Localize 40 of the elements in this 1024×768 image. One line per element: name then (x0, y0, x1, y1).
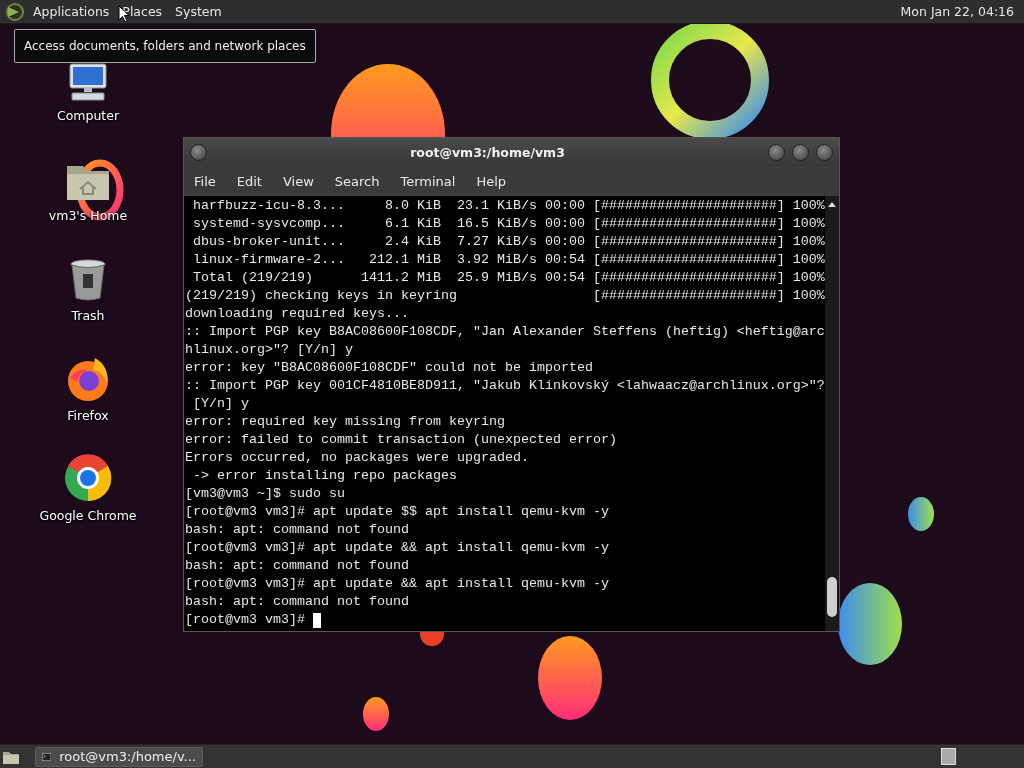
terminal-line: bash: apt: command not found (185, 557, 409, 575)
terminal-line: error: required key missing from keyring (185, 413, 505, 431)
terminal-line: [root@vm3 vm3]# apt update && apt install qemu-kvm -y (185, 539, 609, 557)
terminal-line: Total (219/219) 1411.2 MiB 25.9 MiB/s 00:54 [######################] 100% (192, 269, 825, 287)
terminal-line: hlinux.org>"? [Y/n] y (185, 341, 353, 359)
terminal-line: [root@vm3 vm3]# (185, 611, 306, 629)
terminal-line: Errors occurred, no packages were upgraded. (185, 449, 529, 467)
panel-menu[interactable]: System (175, 4, 222, 19)
menu-item[interactable]: View (282, 173, 314, 189)
menu-item[interactable]: Help (476, 173, 507, 189)
terminal-line: [vm3@vm3 ~]$ sudo su (185, 485, 345, 503)
icon-label[interactable]: Firefox (67, 408, 109, 423)
terminal-line: [Y/n] y (192, 395, 249, 413)
window-title: root@vm3:/home/vm3 (409, 144, 566, 160)
terminal-line: :: Import PGP key 001CF4810BE8D911, "Jakub Klinkovský <lahwaacz@archlinux.org>"? (185, 377, 825, 395)
terminal-line: downloading required keys... (185, 305, 409, 323)
terminal-line: linux-firmware-2... 212.1 MiB 3.92 MiB/s 00:54 [######################] 100% (192, 251, 825, 269)
panel-menu[interactable]: Applications (33, 4, 110, 19)
terminal-line: [root@vm3 vm3]# apt update $$ apt install qemu-kvm -y (185, 503, 609, 521)
menu-item[interactable]: Search (334, 173, 380, 189)
terminal-line: (219/219) checking keys in keyring [######################] 100% (185, 287, 825, 305)
clock[interactable]: Mon Jan 22, 04:16 (900, 4, 1014, 19)
terminal-line: error: failed to commit transaction (unexpected error) (185, 431, 617, 449)
terminal-line: error: key "B8AC08600F108CDF" could not be imported (185, 359, 593, 377)
taskbar-button[interactable]: root@vm3:/home/v... (35, 746, 203, 767)
terminal-line: -> error installing repo packages (192, 467, 457, 485)
tooltip: Access documents, folders and network places (14, 29, 316, 63)
terminal-line: bash: apt: command not found (185, 521, 409, 539)
icon-label[interactable]: Google Chrome (39, 508, 137, 523)
menu-item[interactable]: Edit (236, 173, 262, 189)
menu-item[interactable]: Terminal (400, 173, 456, 189)
icon-label[interactable]: Trash (71, 308, 105, 323)
terminal-line: systemd-sysvcomp... 6.1 KiB 16.5 KiB/s 00:00 [######################] 100% (192, 215, 825, 233)
terminal-line: [root@vm3 vm3]# apt update && apt install qemu-kvm -y (185, 575, 609, 593)
terminal-line: :: Import PGP key B8AC08600F108CDF, "Jan Alexander Steffens (heftig) <heftig@arc (185, 323, 825, 341)
terminal-line: dbus-broker-unit... 2.4 KiB 7.27 KiB/s 00:00 [######################] 100% (192, 233, 825, 251)
terminal-line: harfbuzz-icu-8.3... 8.0 KiB 23.1 KiB/s 00:00 [######################] 100% (192, 197, 825, 215)
terminal-line: bash: apt: command not found (185, 593, 409, 611)
icon-label[interactable]: Computer (56, 108, 120, 123)
menu-item[interactable]: File (194, 173, 216, 189)
